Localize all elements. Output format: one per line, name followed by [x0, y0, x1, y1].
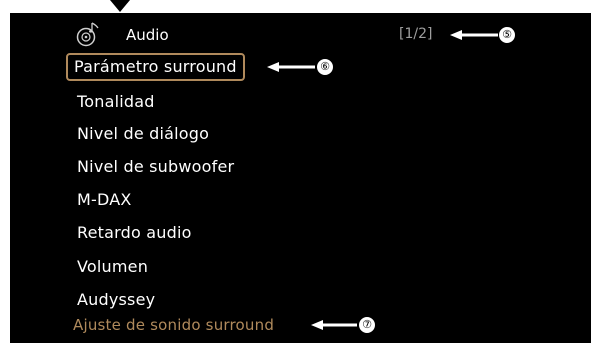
menu-item-retardo-audio[interactable]: Retardo audio [77, 223, 192, 242]
speaker-note-icon [76, 22, 99, 47]
menu-item-parametro-surround[interactable]: Parámetro surround [66, 53, 245, 81]
callout-5-arrow [450, 30, 498, 40]
callout-5-number: ⑤ [498, 26, 516, 44]
callout-7-arrow [311, 320, 357, 330]
menu-item-nivel-de-dialogo[interactable]: Nivel de diálogo [77, 124, 209, 143]
menu-item-volumen[interactable]: Volumen [77, 257, 148, 276]
menu-item-audyssey[interactable]: Audyssey [77, 290, 155, 309]
menu-item-nivel-de-subwoofer[interactable]: Nivel de subwoofer [77, 157, 234, 176]
menu-item-tonalidad[interactable]: Tonalidad [77, 92, 155, 111]
page-indicator: [1/2] [399, 26, 433, 42]
menu-title: Audio [126, 26, 169, 44]
top-pointer-arrow [110, 0, 130, 12]
menu-item-m-dax[interactable]: M-DAX [77, 190, 132, 209]
callout-7-number: ⑦ [358, 316, 376, 334]
callout-6-arrow [267, 62, 315, 72]
callout-6-number: ⑥ [316, 58, 334, 76]
footer-description: Ajuste de sonido surround [73, 316, 275, 334]
